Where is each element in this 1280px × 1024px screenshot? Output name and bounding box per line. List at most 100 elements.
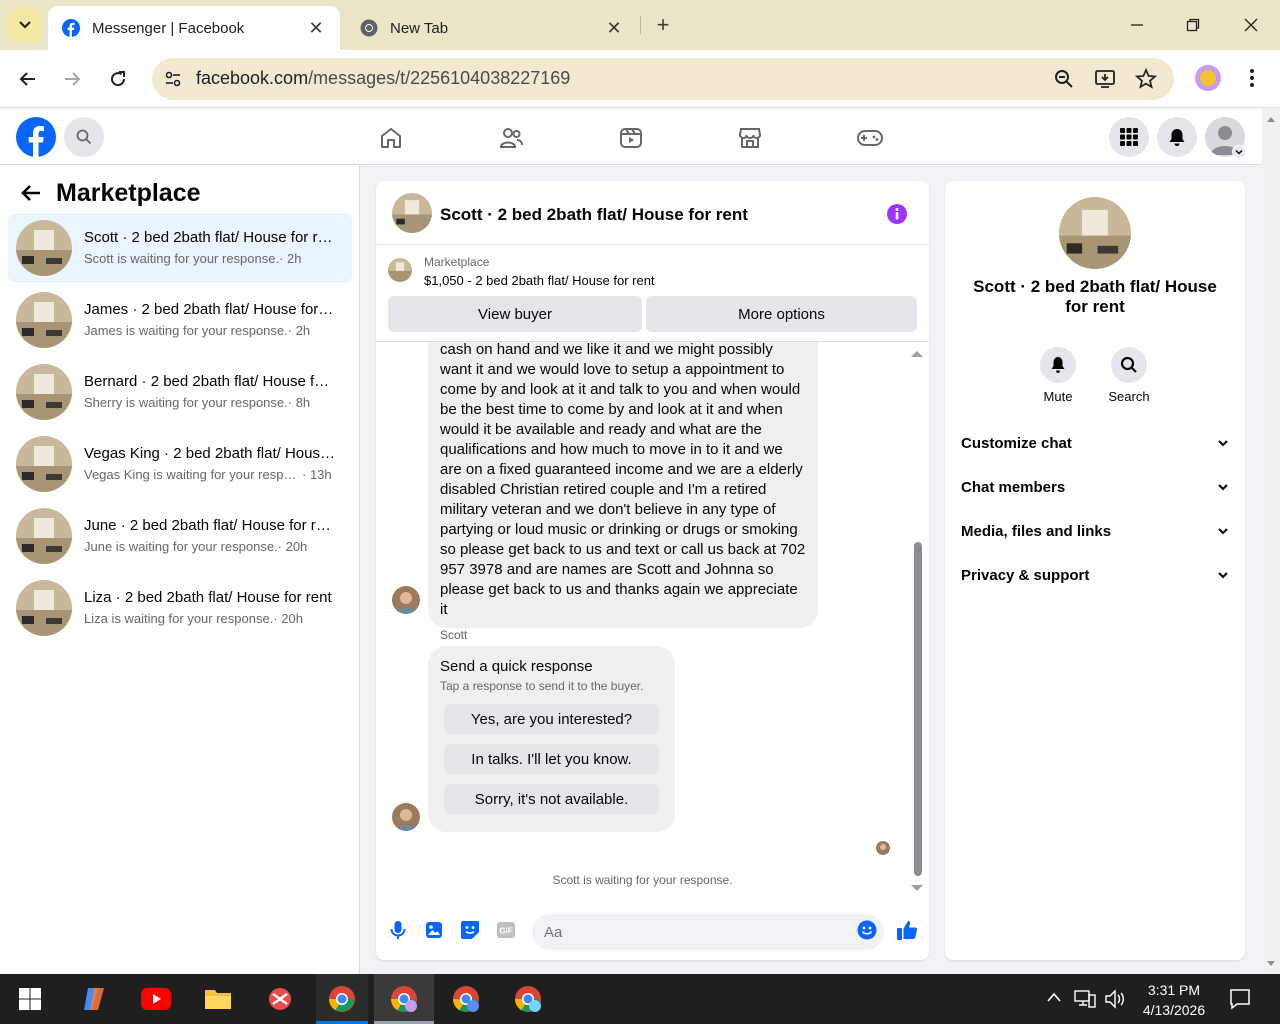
message-input[interactable] — [532, 914, 884, 950]
chat-title[interactable]: Scott · 2 bed 2bath flat/ House for rent — [440, 205, 748, 225]
page-scrollbar[interactable] — [1262, 109, 1280, 974]
tab-messenger[interactable]: Messenger | Facebook ✕ — [48, 6, 340, 50]
tab-new-tab[interactable]: New Tab ✕ — [346, 6, 638, 50]
nav-home-icon[interactable] — [376, 123, 406, 153]
account-chevron-down-icon[interactable] — [1232, 145, 1246, 159]
quick-response-not-available-button[interactable]: Sorry, it's not available. — [444, 784, 659, 814]
conversation-name: Scott · 2 bed 2bath flat/ House for rent — [84, 229, 336, 246]
search-conversation-button[interactable]: Search — [1093, 347, 1165, 404]
quick-response-in-talks-button[interactable]: In talks. I'll let you know. — [444, 744, 659, 774]
zoom-icon[interactable] — [1054, 69, 1074, 89]
listing-thumbnail — [16, 436, 72, 492]
bell-icon — [1040, 347, 1076, 383]
show-hidden-icons-chevron-up-icon[interactable] — [1046, 991, 1062, 1003]
conversation-item[interactable]: Scott · 2 bed 2bath flat/ House for rent… — [8, 213, 352, 283]
conversation-item[interactable]: James · 2 bed 2bath flat/ House for rent… — [8, 285, 352, 355]
close-window-icon[interactable] — [1238, 12, 1264, 38]
message-line: come by and look at it and talk to you a… — [440, 381, 801, 398]
emoji-icon[interactable] — [856, 919, 878, 941]
tab-search-chevron-icon[interactable] — [8, 8, 42, 42]
sender-avatar[interactable] — [392, 586, 420, 614]
system-clock[interactable]: 3:31 PM 4/13/2026 — [1134, 980, 1214, 1020]
chrome-profile-icon[interactable] — [512, 983, 544, 1015]
conversation-item[interactable]: June · 2 bed 2bath flat/ House for rent … — [8, 501, 352, 571]
file-explorer-icon[interactable] — [202, 983, 234, 1015]
search-icon[interactable] — [64, 117, 104, 157]
tab-close-icon[interactable]: ✕ — [306, 18, 326, 39]
reload-icon[interactable] — [103, 64, 133, 94]
url-text[interactable]: facebook.com/messages/t/2256104038227169 — [196, 68, 570, 89]
browser-menu-icon[interactable] — [1243, 67, 1261, 89]
install-app-icon[interactable] — [1094, 68, 1116, 90]
view-buyer-button[interactable]: View buyer — [388, 296, 642, 332]
customize-chat-section[interactable]: Customize chat — [961, 431, 1229, 455]
chrome-icon[interactable] — [326, 983, 358, 1015]
youtube-icon[interactable] — [140, 983, 172, 1015]
conversation-status: June is waiting for your response.· 20h — [84, 539, 308, 554]
info-icon[interactable] — [886, 203, 908, 225]
conversation-item[interactable]: Bernard · 2 bed 2bath flat/ House for re… — [8, 357, 352, 427]
address-bar[interactable]: facebook.com/messages/t/2256104038227169 — [152, 58, 1174, 100]
scroll-down-arrow-icon[interactable] — [1266, 960, 1276, 968]
chat-members-section[interactable]: Chat members — [961, 475, 1229, 499]
nav-friends-icon[interactable] — [496, 123, 526, 153]
sticker-icon[interactable] — [459, 919, 481, 941]
notification-center-icon[interactable] — [1229, 988, 1251, 1010]
conversation-item[interactable]: Liza · 2 bed 2bath flat/ House for rent … — [8, 573, 352, 643]
mute-button[interactable]: Mute — [1022, 347, 1094, 404]
info-avatar[interactable] — [1059, 197, 1131, 269]
conversation-item[interactable]: Vegas King · 2 bed 2bath flat/ House for… — [8, 429, 352, 499]
scroll-up-arrow-icon[interactable] — [910, 349, 924, 359]
nav-gaming-icon[interactable] — [855, 123, 885, 153]
scroll-down-arrow-icon[interactable] — [910, 883, 924, 893]
listing-price[interactable]: $1,050 - 2 bed 2bath flat/ House for ren… — [424, 273, 655, 288]
media-files-links-section[interactable]: Media, files and links — [961, 519, 1229, 543]
listing-thumbnail — [16, 580, 72, 636]
sender-label: Scott — [440, 628, 468, 642]
chrome-profile-icon[interactable] — [450, 983, 482, 1015]
back-arrow-icon[interactable] — [13, 64, 43, 94]
sender-avatar[interactable] — [392, 803, 420, 831]
tab-close-icon[interactable]: ✕ — [604, 18, 624, 39]
windows-taskbar: 3:31 PM 4/13/2026 — [0, 974, 1280, 1024]
privacy-support-section[interactable]: Privacy & support — [961, 563, 1229, 587]
facebook-logo-icon[interactable] — [16, 117, 56, 157]
quick-response-yes-button[interactable]: Yes, are you interested? — [444, 704, 659, 734]
section-label: Customize chat — [961, 434, 1072, 452]
chat-header: Scott · 2 bed 2bath flat/ House for rent — [376, 181, 929, 245]
back-arrow-icon[interactable] — [20, 183, 42, 203]
message-line: so please get back to us and text or cal… — [440, 541, 806, 558]
network-icon[interactable] — [1074, 989, 1096, 1009]
chat-avatar[interactable] — [392, 193, 432, 233]
message-scrollbar-thumb[interactable] — [914, 542, 922, 876]
volume-icon[interactable] — [1104, 989, 1126, 1009]
microphone-icon[interactable] — [387, 919, 409, 941]
photo-icon[interactable] — [423, 919, 445, 941]
new-tab-button[interactable]: + — [650, 12, 676, 38]
more-options-button[interactable]: More options — [646, 296, 917, 332]
listing-thumbnail — [16, 508, 72, 564]
windows-start-icon[interactable] — [14, 983, 46, 1015]
chrome-profile-icon[interactable] — [388, 983, 420, 1015]
bookmark-star-icon[interactable] — [1135, 68, 1157, 90]
menu-grid-icon[interactable] — [1109, 117, 1149, 157]
nav-video-icon[interactable] — [616, 123, 646, 153]
restore-icon[interactable] — [1180, 12, 1206, 38]
chevron-down-icon — [1218, 528, 1228, 535]
sidebar-title: Marketplace — [56, 179, 201, 207]
conversation-sidebar: Marketplace Scott · 2 bed 2bath flat/ Ho… — [0, 165, 360, 974]
notifications-bell-icon[interactable] — [1157, 117, 1197, 157]
copilot-icon[interactable] — [78, 983, 110, 1015]
profile-avatar-icon[interactable] — [1195, 65, 1221, 91]
scroll-up-arrow-icon[interactable] — [1266, 115, 1276, 123]
message-bubble[interactable]: cash on hand and we like it and we might… — [428, 342, 818, 628]
gif-icon[interactable]: GIF — [495, 919, 517, 941]
like-thumbs-up-icon[interactable] — [896, 919, 918, 941]
site-info-icon[interactable] — [164, 70, 182, 88]
snipping-tool-icon[interactable] — [264, 983, 296, 1015]
nav-marketplace-icon[interactable] — [735, 123, 765, 153]
listing-thumbnail[interactable] — [388, 258, 412, 282]
message-line: disabled Christian retired couple and I'… — [440, 481, 767, 498]
minimize-icon[interactable] — [1124, 12, 1150, 38]
forward-arrow-icon[interactable] — [57, 64, 87, 94]
